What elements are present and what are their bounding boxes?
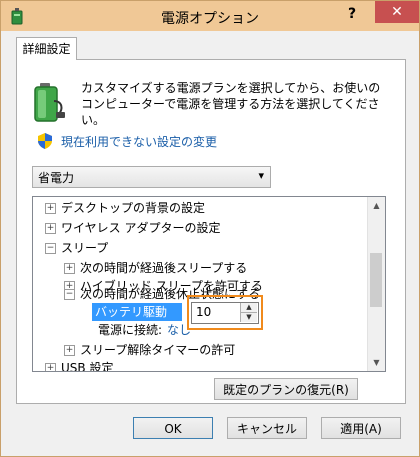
apply-button[interactable]: 適用(A) <box>321 417 401 439</box>
scroll-up-icon[interactable]: ▲ <box>368 197 385 214</box>
ok-button[interactable]: OK <box>133 417 213 439</box>
collapse-icon[interactable]: − <box>45 243 56 254</box>
tab-advanced-settings[interactable]: 詳細設定 <box>16 37 77 60</box>
expand-icon[interactable]: + <box>45 203 56 214</box>
tree-item-label: 次の時間が経過後スリープする <box>80 261 248 275</box>
spin-up-icon[interactable]: ▲ <box>240 303 257 313</box>
battery-minutes-value[interactable]: 10 <box>196 305 211 319</box>
collapse-icon[interactable]: − <box>64 289 75 300</box>
cancel-button[interactable]: キャンセル <box>227 417 307 439</box>
dialog-window: 電源オプション ? ✕ 詳細設定 カスタマイズする電源プランを選択してから、お使… <box>0 0 420 457</box>
expand-icon[interactable]: + <box>64 345 75 356</box>
spin-down-icon[interactable]: ▼ <box>240 313 257 322</box>
chevron-down-icon: ▾ <box>258 169 264 182</box>
tree-item-label: スリープ解除タイマーの許可 <box>80 343 236 357</box>
settings-tree[interactable]: + デスクトップの背景の設定 + ワイヤレス アダプターの設定 − スリープ +… <box>32 196 386 372</box>
tree-item-label: USB 設定 <box>61 361 114 372</box>
scrollbar-thumb[interactable] <box>370 253 382 307</box>
tree-scrollbar[interactable]: ▲ ▼ <box>367 197 385 371</box>
close-button[interactable]: ✕ <box>375 1 419 23</box>
description-text: カスタマイズする電源プランを選択してから、お使いのコンピューターで電源を管理する… <box>81 81 381 127</box>
battery-setting-label[interactable]: バッテリ駆動 (分): <box>92 303 182 337</box>
power-plan-select[interactable]: 省電力 ▾ <box>32 166 271 188</box>
tree-item-label: スリープ <box>61 241 109 255</box>
tree-item-label: デスクトップの背景の設定 <box>61 201 206 215</box>
scroll-down-icon[interactable]: ▼ <box>368 354 385 371</box>
restore-defaults-button[interactable]: 既定のプランの復元(R) <box>214 378 358 400</box>
ac-setting-label: 電源に接続: <box>98 323 163 337</box>
change-unavailable-settings-link[interactable]: 現在利用できない設定の変更 <box>61 133 217 150</box>
expand-icon[interactable]: + <box>45 223 56 234</box>
title-bar[interactable]: 電源オプション ? ✕ <box>1 1 419 31</box>
battery-minutes-stepper[interactable]: 10 ▲ ▼ <box>191 302 259 324</box>
expand-icon[interactable]: + <box>45 363 56 371</box>
ac-setting-value[interactable]: なし <box>167 321 191 338</box>
power-plan-value: 省電力 <box>38 171 75 185</box>
battery-icon <box>34 83 65 122</box>
uac-shield-icon <box>38 133 52 149</box>
tree-item-label: ワイヤレス アダプターの設定 <box>61 221 221 235</box>
help-button[interactable]: ? <box>341 3 363 25</box>
expand-icon[interactable]: + <box>64 263 75 274</box>
